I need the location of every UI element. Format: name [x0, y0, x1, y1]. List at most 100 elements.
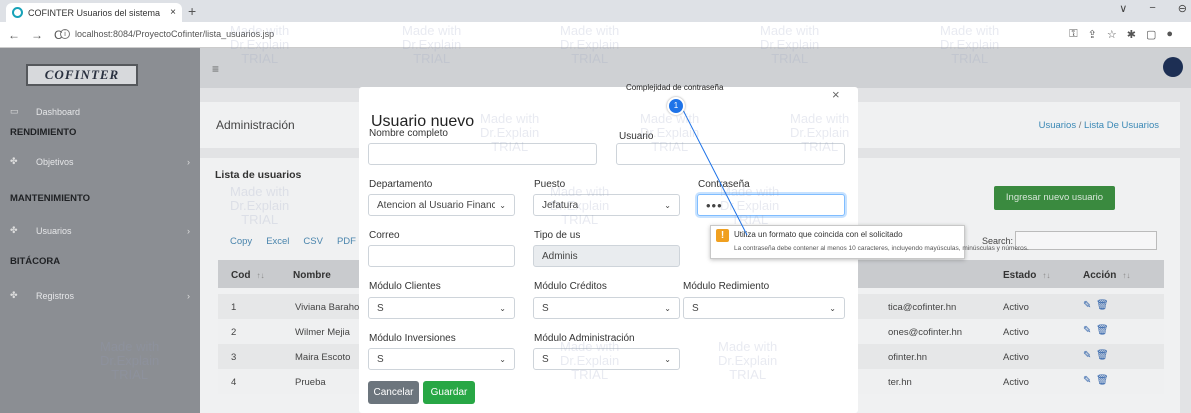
mod-inversiones-select[interactable]: S ⌄	[368, 348, 515, 370]
list-title: Lista de usuarios	[215, 169, 302, 181]
new-tab-button[interactable]: +	[188, 3, 196, 19]
edit-icon[interactable]: ✎	[1083, 325, 1091, 336]
search-input[interactable]	[1015, 231, 1157, 250]
mod-clientes-select[interactable]: S ⌄	[368, 297, 515, 319]
tab-title: COFINTER Usuarios del sistema	[28, 7, 161, 18]
column-accion[interactable]: Acción ↑↓	[1083, 270, 1130, 281]
breadcrumb-current: Lista De Usuarios	[1084, 120, 1159, 131]
chevron-down-icon: ⌄	[664, 354, 671, 364]
warning-icon: !	[716, 229, 729, 242]
forward-icon[interactable]: →	[31, 28, 43, 42]
tab-search-icon[interactable]: ∨	[1119, 2, 1127, 15]
label-mod-clientes: Módulo Clientes	[369, 281, 441, 292]
sidebar-icon[interactable]: ▢	[1146, 28, 1156, 41]
breadcrumb-usuarios[interactable]: Usuarios	[1039, 120, 1077, 131]
departamento-select[interactable]: Atencion al Usuario Financ ⌄	[368, 194, 515, 216]
label-contrasena: Contraseña	[698, 179, 750, 190]
label-mod-creditos: Módulo Créditos	[534, 281, 607, 292]
profile-icon[interactable]: ●	[1166, 28, 1173, 41]
tipo-usuario-select[interactable]: Adminis	[533, 245, 680, 267]
edit-icon[interactable]: ✎	[1083, 300, 1091, 311]
edit-icon[interactable]: ✎	[1083, 375, 1091, 386]
pdf-button[interactable]: PDF	[337, 236, 356, 247]
cell-nombre: Prueba	[295, 377, 326, 388]
sidebar-item-registros[interactable]: ✤ Registros ›	[10, 290, 190, 301]
column-nombre[interactable]: Nombre	[293, 270, 331, 281]
logo: COFINTER	[26, 64, 138, 86]
key-icon[interactable]: ⚿	[1069, 28, 1077, 41]
chevron-down-icon: ⌄	[499, 303, 506, 313]
cell-email: ofinter.hn	[888, 352, 928, 363]
cell-nombre: Viviana Baraho	[295, 302, 360, 313]
usuario-field[interactable]	[616, 143, 845, 165]
back-icon[interactable]: ←	[8, 28, 20, 42]
cell-email: ones@cofinter.hn	[888, 327, 963, 338]
cell-cod: 1	[231, 302, 237, 313]
label-usuario: Usuario	[619, 131, 654, 142]
avatar[interactable]	[1163, 57, 1183, 77]
users-icon: ✤	[10, 156, 18, 166]
delete-icon[interactable]: 🗑	[1096, 350, 1109, 361]
edit-icon[interactable]: ✎	[1083, 350, 1091, 361]
mod-rendimiento-select[interactable]: S ⌄	[683, 297, 845, 319]
extensions-icon[interactable]: ✱	[1127, 28, 1136, 41]
page-title: Administración	[216, 118, 295, 132]
column-estado[interactable]: Estado ↑↓	[1003, 270, 1050, 281]
label-nombre: Nombre completo	[369, 128, 448, 139]
address-bar-icons: ⚿ ⇪ ☆ ✱ ▢ ●	[1069, 28, 1173, 41]
browser-tab[interactable]: COFINTER Usuarios del sistema ×	[6, 3, 182, 22]
breadcrumb-separator: /	[1078, 120, 1082, 131]
sidebar-item-objetivos[interactable]: ✤ Objetivos ›	[10, 156, 190, 167]
label-departamento: Departamento	[369, 179, 433, 190]
export-buttons: Copy Excel CSV PDF	[230, 236, 356, 247]
csv-button[interactable]: CSV	[303, 236, 323, 247]
excel-button[interactable]: Excel	[266, 236, 289, 247]
chevron-down-icon: ⌄	[499, 200, 506, 210]
delete-icon[interactable]: 🗑	[1096, 300, 1109, 311]
info-icon[interactable]: i	[60, 29, 70, 39]
share-icon[interactable]: ⇪	[1088, 28, 1097, 41]
nombre-field[interactable]	[368, 143, 597, 165]
url-field[interactable]: i localhost:8084/ProyectoCofinter/lista_…	[60, 29, 274, 39]
column-cod[interactable]: Cod ↑↓	[231, 270, 264, 281]
cell-estado: Activo	[1003, 302, 1029, 313]
mod-creditos-select[interactable]: S ⌄	[533, 297, 680, 319]
nav-buttons: ← → C	[8, 28, 63, 42]
cell-nombre: Maira Escoto	[295, 352, 351, 363]
star-icon[interactable]: ☆	[1107, 28, 1117, 41]
puesto-select[interactable]: Jefatura ⌄	[533, 194, 680, 216]
mod-admin-select[interactable]: S ⌄	[533, 348, 680, 370]
cell-estado: Activo	[1003, 352, 1029, 363]
annotation-label: Complejidad de contraseña	[626, 83, 724, 92]
copy-button[interactable]: Copy	[230, 236, 252, 247]
delete-icon[interactable]: 🗑	[1096, 375, 1109, 386]
close-icon[interactable]: ×	[832, 87, 840, 102]
cell-estado: Activo	[1003, 377, 1029, 388]
new-user-button[interactable]: Ingresar nuevo usuario	[994, 186, 1115, 210]
password-field[interactable]: •••	[697, 194, 845, 216]
url-text: localhost:8084/ProyectoCofinter/lista_us…	[75, 29, 275, 39]
sidebar-item-usuarios[interactable]: ✤ Usuarios ›	[10, 225, 190, 236]
chevron-down-icon: ⌄	[829, 303, 836, 313]
menu-toggle-icon[interactable]: ≡	[212, 62, 219, 76]
minimize-button[interactable]: −	[1149, 2, 1155, 15]
label-mod-inversiones: Módulo Inversiones	[369, 333, 456, 344]
cell-email: tica@cofinter.hn	[888, 302, 957, 313]
annotation-marker: 1	[667, 97, 685, 115]
restore-button[interactable]: ⊖	[1178, 2, 1187, 15]
tooltip-detail: La contraseña debe contener al menos 10 …	[734, 245, 1029, 252]
correo-field[interactable]	[368, 245, 515, 267]
cell-cod: 3	[231, 352, 237, 363]
favicon-icon	[12, 7, 23, 18]
chevron-right-icon: ›	[187, 290, 190, 301]
delete-icon[interactable]: 🗑	[1096, 325, 1109, 336]
sidebar-section-mantenimiento: MANTENIMIENTO	[10, 193, 91, 204]
sidebar-item-dashboard[interactable]: ▭ Dashboard	[10, 106, 190, 117]
chevron-right-icon: ›	[187, 156, 190, 167]
cell-cod: 4	[231, 377, 237, 388]
users-icon: ✤	[10, 290, 18, 300]
tooltip-title: Utiliza un formato que coincida con el s…	[734, 230, 903, 239]
save-button[interactable]: Guardar	[423, 381, 475, 404]
cancel-button[interactable]: Cancelar	[368, 381, 419, 404]
tab-close-icon[interactable]: ×	[170, 7, 176, 18]
